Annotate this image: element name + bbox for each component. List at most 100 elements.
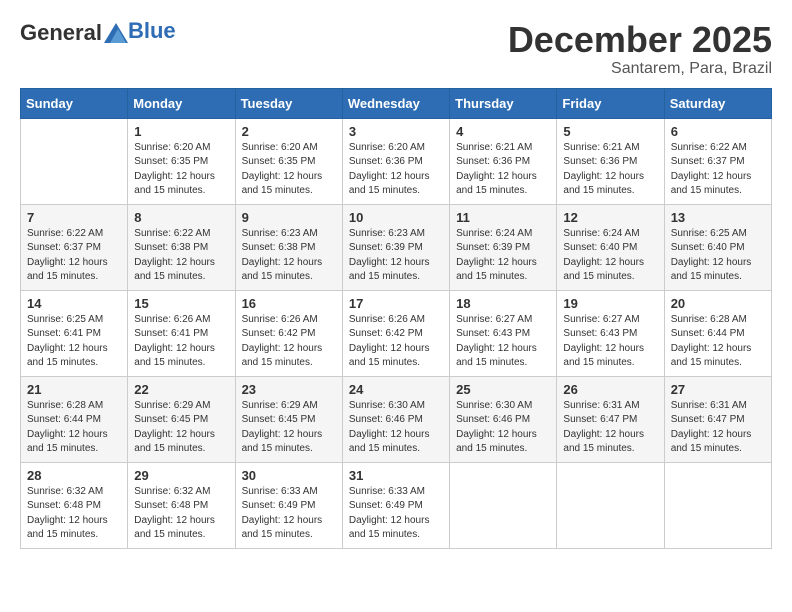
calendar-cell: 20Sunrise: 6:28 AM Sunset: 6:44 PM Dayli…	[664, 290, 771, 376]
day-info: Sunrise: 6:33 AM Sunset: 6:49 PM Dayligh…	[242, 485, 336, 543]
day-info: Sunrise: 6:26 AM Sunset: 6:41 PM Dayligh…	[134, 313, 228, 371]
day-number: 18	[456, 296, 550, 311]
day-info: Sunrise: 6:22 AM Sunset: 6:38 PM Dayligh…	[134, 227, 228, 285]
calendar-cell: 15 Sunrise: 6:26 AM Sunset: 6:41 PM Dayli…	[128, 290, 235, 376]
day-number: 27	[671, 382, 765, 397]
calendar-cell: 21Sunrise: 6:28 AM Sunset: 6:44 PM Dayli…	[21, 376, 128, 462]
calendar-cell: 30Sunrise: 6:33 AM Sunset: 6:49 PM Dayli…	[235, 462, 342, 548]
day-number: 13	[671, 210, 765, 225]
calendar-cell: 10 Sunrise: 6:23 AM Sunset: 6:39 PM Dayli…	[342, 204, 449, 290]
weekday-header: Saturday	[664, 88, 771, 118]
day-info: Sunrise: 6:22 AM Sunset: 6:37 PM Dayligh…	[27, 227, 121, 285]
calendar-cell: 23Sunrise: 6:29 AM Sunset: 6:45 PM Dayli…	[235, 376, 342, 462]
page-header: General Blue December 2025 Santarem, Par…	[20, 20, 772, 78]
calendar-cell: 24 Sunrise: 6:30 AM Sunset: 6:46 PM Dayli…	[342, 376, 449, 462]
calendar-cell: 11 Sunrise: 6:24 AM Sunset: 6:39 PM Dayli…	[450, 204, 557, 290]
day-info: Sunrise: 6:22 AM Sunset: 6:37 PM Dayligh…	[671, 141, 765, 199]
calendar-header-row: SundayMondayTuesdayWednesdayThursdayFrid…	[21, 88, 772, 118]
day-info: Sunrise: 6:20 AM Sunset: 6:36 PM Dayligh…	[349, 141, 443, 199]
location: Santarem, Para, Brazil	[508, 60, 772, 78]
day-info: Sunrise: 6:28 AM Sunset: 6:44 PM Dayligh…	[671, 313, 765, 371]
calendar-week-row: 7 Sunrise: 6:22 AM Sunset: 6:37 PM Daylig…	[21, 204, 772, 290]
calendar-cell	[450, 462, 557, 548]
day-number: 24	[349, 382, 443, 397]
weekday-header: Thursday	[450, 88, 557, 118]
day-number: 17	[349, 296, 443, 311]
day-number: 5	[563, 124, 657, 139]
day-number: 11	[456, 210, 550, 225]
calendar-cell: 1 Sunrise: 6:20 AM Sunset: 6:35 PM Daylig…	[128, 118, 235, 204]
day-info: Sunrise: 6:23 AM Sunset: 6:38 PM Dayligh…	[242, 227, 336, 285]
day-number: 14	[27, 296, 121, 311]
logo-blue: Blue	[128, 18, 176, 43]
calendar-cell: 25 Sunrise: 6:30 AM Sunset: 6:46 PM Dayli…	[450, 376, 557, 462]
logo-icon	[104, 23, 128, 43]
calendar-week-row: 1 Sunrise: 6:20 AM Sunset: 6:35 PM Daylig…	[21, 118, 772, 204]
day-info: Sunrise: 6:26 AM Sunset: 6:42 PM Dayligh…	[242, 313, 336, 371]
day-number: 22	[134, 382, 228, 397]
weekday-header: Friday	[557, 88, 664, 118]
day-number: 19	[563, 296, 657, 311]
day-info: Sunrise: 6:23 AM Sunset: 6:39 PM Dayligh…	[349, 227, 443, 285]
day-info: Sunrise: 6:31 AM Sunset: 6:47 PM Dayligh…	[671, 399, 765, 457]
day-info: Sunrise: 6:20 AM Sunset: 6:35 PM Dayligh…	[242, 141, 336, 199]
day-number: 1	[134, 124, 228, 139]
calendar-table: SundayMondayTuesdayWednesdayThursdayFrid…	[20, 88, 772, 549]
calendar-cell: 6 Sunrise: 6:22 AM Sunset: 6:37 PM Daylig…	[664, 118, 771, 204]
calendar-cell	[21, 118, 128, 204]
day-number: 29	[134, 468, 228, 483]
day-number: 28	[27, 468, 121, 483]
calendar-week-row: 21Sunrise: 6:28 AM Sunset: 6:44 PM Dayli…	[21, 376, 772, 462]
calendar-cell	[664, 462, 771, 548]
day-info: Sunrise: 6:30 AM Sunset: 6:46 PM Dayligh…	[349, 399, 443, 457]
day-number: 31	[349, 468, 443, 483]
calendar-cell: 2Sunrise: 6:20 AM Sunset: 6:35 PM Daylig…	[235, 118, 342, 204]
day-info: Sunrise: 6:26 AM Sunset: 6:42 PM Dayligh…	[349, 313, 443, 371]
day-info: Sunrise: 6:21 AM Sunset: 6:36 PM Dayligh…	[456, 141, 550, 199]
day-number: 4	[456, 124, 550, 139]
day-number: 3	[349, 124, 443, 139]
day-number: 25	[456, 382, 550, 397]
day-number: 16	[242, 296, 336, 311]
day-number: 7	[27, 210, 121, 225]
calendar-cell	[557, 462, 664, 548]
calendar-week-row: 28 Sunrise: 6:32 AM Sunset: 6:48 PM Dayli…	[21, 462, 772, 548]
day-number: 9	[242, 210, 336, 225]
day-number: 15	[134, 296, 228, 311]
calendar-cell: 29 Sunrise: 6:32 AM Sunset: 6:48 PM Dayli…	[128, 462, 235, 548]
calendar-cell: 28Sunrise: 6:32 AM Sunset: 6:48 PM Dayli…	[21, 462, 128, 548]
calendar-cell: 5Sunrise: 6:21 AM Sunset: 6:36 PM Daylig…	[557, 118, 664, 204]
day-number: 10	[349, 210, 443, 225]
day-info: Sunrise: 6:24 AM Sunset: 6:40 PM Dayligh…	[563, 227, 657, 285]
calendar-cell: 13 Sunrise: 6:25 AM Sunset: 6:40 PM Dayli…	[664, 204, 771, 290]
calendar-cell: 31 Sunrise: 6:33 AM Sunset: 6:49 PM Dayli…	[342, 462, 449, 548]
calendar-cell: 3 Sunrise: 6:20 AM Sunset: 6:36 PM Daylig…	[342, 118, 449, 204]
calendar-week-row: 14 Sunrise: 6:25 AM Sunset: 6:41 PM Dayli…	[21, 290, 772, 376]
day-number: 26	[563, 382, 657, 397]
day-info: Sunrise: 6:29 AM Sunset: 6:45 PM Dayligh…	[134, 399, 228, 457]
day-info: Sunrise: 6:20 AM Sunset: 6:35 PM Dayligh…	[134, 141, 228, 199]
day-number: 12	[563, 210, 657, 225]
day-info: Sunrise: 6:25 AM Sunset: 6:40 PM Dayligh…	[671, 227, 765, 285]
calendar-cell: 19 Sunrise: 6:27 AM Sunset: 6:43 PM Dayli…	[557, 290, 664, 376]
calendar-cell: 22 Sunrise: 6:29 AM Sunset: 6:45 PM Dayli…	[128, 376, 235, 462]
weekday-header: Monday	[128, 88, 235, 118]
day-info: Sunrise: 6:27 AM Sunset: 6:43 PM Dayligh…	[563, 313, 657, 371]
calendar-cell: 26Sunrise: 6:31 AM Sunset: 6:47 PM Dayli…	[557, 376, 664, 462]
calendar-cell: 18Sunrise: 6:27 AM Sunset: 6:43 PM Dayli…	[450, 290, 557, 376]
day-info: Sunrise: 6:32 AM Sunset: 6:48 PM Dayligh…	[134, 485, 228, 543]
title-block: December 2025 Santarem, Para, Brazil	[508, 20, 772, 78]
logo-general: General	[20, 20, 102, 46]
calendar-cell: 8 Sunrise: 6:22 AM Sunset: 6:38 PM Daylig…	[128, 204, 235, 290]
day-number: 8	[134, 210, 228, 225]
day-info: Sunrise: 6:29 AM Sunset: 6:45 PM Dayligh…	[242, 399, 336, 457]
day-info: Sunrise: 6:24 AM Sunset: 6:39 PM Dayligh…	[456, 227, 550, 285]
day-info: Sunrise: 6:30 AM Sunset: 6:46 PM Dayligh…	[456, 399, 550, 457]
day-number: 6	[671, 124, 765, 139]
calendar-cell: 12 Sunrise: 6:24 AM Sunset: 6:40 PM Dayli…	[557, 204, 664, 290]
weekday-header: Tuesday	[235, 88, 342, 118]
day-info: Sunrise: 6:33 AM Sunset: 6:49 PM Dayligh…	[349, 485, 443, 543]
day-info: Sunrise: 6:25 AM Sunset: 6:41 PM Dayligh…	[27, 313, 121, 371]
calendar-cell: 16 Sunrise: 6:26 AM Sunset: 6:42 PM Dayli…	[235, 290, 342, 376]
calendar-cell: 14 Sunrise: 6:25 AM Sunset: 6:41 PM Dayli…	[21, 290, 128, 376]
